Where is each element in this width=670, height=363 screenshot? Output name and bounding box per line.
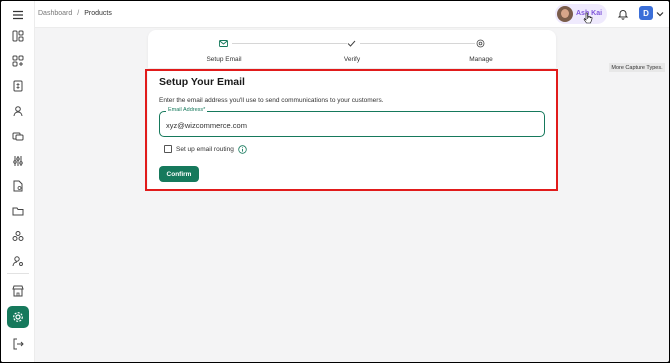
mail-icon bbox=[219, 40, 228, 47]
breadcrumb-products: Products bbox=[84, 10, 112, 17]
step-setup-email[interactable]: Setup Email bbox=[196, 56, 252, 63]
apps-icon[interactable] bbox=[10, 53, 26, 69]
more-capture-tooltip: More Capture Types. bbox=[609, 63, 665, 72]
setup-stepper: Setup Email Verify Manage bbox=[148, 30, 556, 68]
gear-icon bbox=[476, 39, 485, 48]
top-header: Dashboard / Products Ash Kai D bbox=[35, 1, 669, 28]
pointer-cursor-icon bbox=[583, 12, 593, 24]
settings-icon bbox=[13, 312, 23, 322]
check-icon bbox=[347, 40, 356, 47]
sidebar-divider bbox=[7, 273, 29, 274]
store-icon[interactable] bbox=[10, 283, 26, 299]
breadcrumb-dashboard[interactable]: Dashboard bbox=[38, 10, 72, 17]
invoice-icon[interactable] bbox=[10, 78, 26, 94]
step-verify[interactable]: Verify bbox=[324, 56, 380, 63]
step-connector bbox=[232, 43, 347, 44]
sliders-icon[interactable] bbox=[10, 153, 26, 169]
menu-icon[interactable] bbox=[10, 7, 26, 23]
avatar bbox=[557, 6, 573, 22]
app-window: Dashboard / Products Ash Kai D Setup Ema… bbox=[1, 1, 669, 362]
dashboard-icon[interactable] bbox=[10, 28, 26, 44]
chevron-down-icon[interactable] bbox=[656, 10, 664, 18]
user-icon[interactable] bbox=[10, 103, 26, 119]
bell-icon[interactable] bbox=[617, 8, 629, 20]
settings-nav-button[interactable] bbox=[7, 306, 29, 328]
folder-icon[interactable] bbox=[10, 203, 26, 219]
document-search-icon[interactable] bbox=[10, 178, 26, 194]
highlight-box bbox=[145, 69, 558, 191]
sidebar bbox=[1, 1, 35, 362]
breadcrumb-separator: / bbox=[77, 10, 80, 17]
boxes-icon[interactable] bbox=[10, 228, 26, 244]
cart-icon[interactable] bbox=[10, 128, 26, 144]
user-settings-icon[interactable] bbox=[10, 253, 26, 269]
breadcrumb: Dashboard / Products bbox=[38, 10, 112, 17]
step-manage[interactable]: Manage bbox=[453, 56, 509, 63]
user-profile-pill[interactable]: Ash Kai bbox=[555, 4, 607, 24]
account-badge[interactable]: D bbox=[639, 6, 653, 20]
logout-icon[interactable] bbox=[10, 336, 26, 352]
step-connector bbox=[360, 43, 475, 44]
